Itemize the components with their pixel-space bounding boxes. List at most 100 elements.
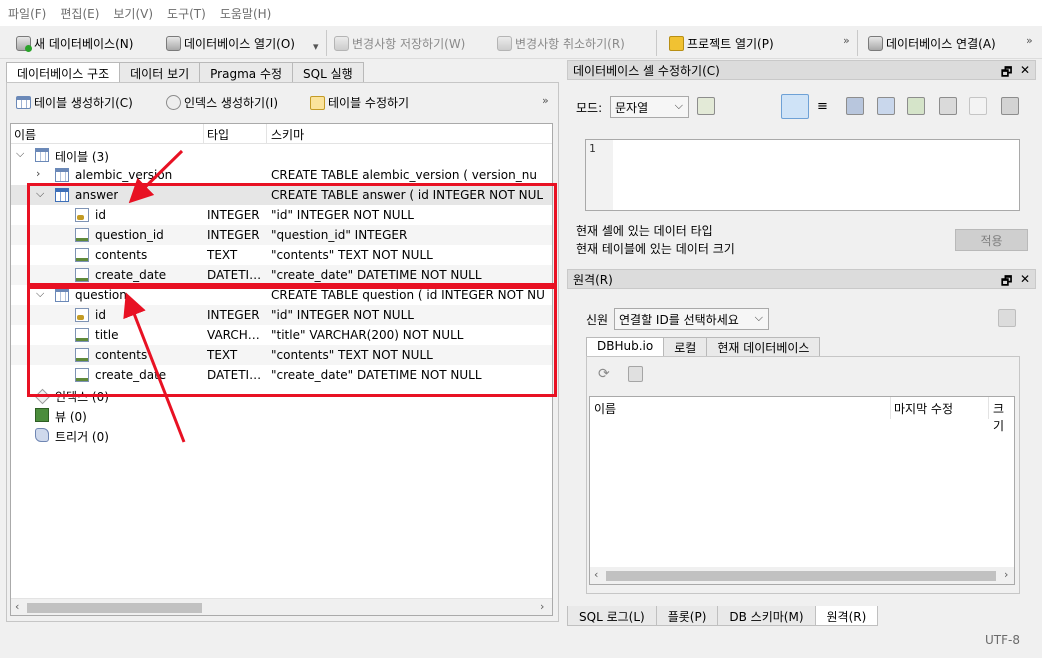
tab-database-structure[interactable]: 데이터베이스 구조 <box>6 62 121 83</box>
tab-remote[interactable]: 원격(R) <box>814 606 879 626</box>
modify-table-button[interactable]: 테이블 수정하기 <box>310 94 409 111</box>
menu-edit[interactable]: 편집(E) <box>60 5 99 22</box>
menu-bar: 파일(F) 편집(E) 보기(V) 도구(T) 도움말(H) <box>0 0 1042 26</box>
tree-horizontal-scrollbar[interactable]: ‹ › <box>11 598 552 615</box>
open-database-icon <box>166 35 181 51</box>
create-index-icon <box>166 95 181 110</box>
expand-icon[interactable]: › <box>36 167 40 180</box>
menu-tools[interactable]: 도구(T) <box>167 5 206 22</box>
save-changes-button[interactable]: 변경사항 저장하기(W) <box>334 32 465 54</box>
menu-view[interactable]: 보기(V) <box>113 5 153 22</box>
set-null-icon[interactable] <box>907 97 925 115</box>
tree-node-views[interactable]: 뷰 (0) <box>11 405 552 425</box>
remote-list-horizontal-scrollbar[interactable]: ‹ › <box>590 567 1014 584</box>
column-header-name[interactable]: 이름 <box>594 400 616 417</box>
tab-current-database[interactable]: 현재 데이터베이스 <box>706 337 821 356</box>
identity-select[interactable]: 연결할 ID를 선택하세요 ⌵ <box>614 308 769 330</box>
indent-icon[interactable]: ≡ <box>817 99 835 117</box>
open-project-button[interactable]: 프로젝트 열기(P) <box>669 32 774 54</box>
column-header-name[interactable]: 이름 <box>14 126 36 143</box>
dock-bottom-tabs: SQL 로그(L) 플롯(P) DB 스키마(M) 원격(R) <box>567 606 879 626</box>
apply-button[interactable]: 적용 <box>955 229 1028 251</box>
dock-float-icon[interactable]: 🗗 <box>1001 63 1012 84</box>
dock-float-icon[interactable]: 🗗 <box>1001 272 1012 293</box>
collapse-icon[interactable]: ⌵ <box>16 147 24 161</box>
tab-db-schema[interactable]: DB 스키마(M) <box>717 606 816 626</box>
word-wrap-icon[interactable] <box>781 94 809 119</box>
tree-node-triggers[interactable]: 트리거 (0) <box>11 425 552 445</box>
table-icon <box>35 148 49 162</box>
identity-settings-icon[interactable] <box>998 309 1016 327</box>
scrollbar-thumb[interactable] <box>606 571 996 581</box>
column-header-size[interactable]: 크기 <box>993 400 1014 434</box>
menu-file[interactable]: 파일(F) <box>8 5 46 22</box>
import-icon[interactable] <box>846 97 864 115</box>
refresh-icon[interactable]: ⟳ <box>598 366 610 382</box>
scroll-left-icon[interactable]: ‹ <box>15 600 19 613</box>
remote-file-list[interactable]: 이름 마지막 수정 크기 ‹ › <box>589 396 1015 585</box>
create-index-button[interactable]: 인덱스 생성하기(I) <box>166 94 278 111</box>
column-header-last-modified[interactable]: 마지막 수정 <box>894 400 953 417</box>
scroll-right-icon[interactable]: › <box>540 600 544 613</box>
open-database-dropdown-icon[interactable]: ▾ <box>313 40 319 53</box>
column-divider <box>890 397 891 419</box>
clone-database-icon[interactable] <box>628 366 643 382</box>
scrollbar-thumb[interactable] <box>27 603 202 613</box>
open-project-label: 프로젝트 열기(P) <box>687 36 774 51</box>
toolbar-separator <box>326 30 327 56</box>
mode-label: 모드: <box>576 101 603 115</box>
toolbar-separator <box>656 30 657 56</box>
revert-changes-button[interactable]: 변경사항 취소하기(R) <box>497 32 625 54</box>
edit-cell-title-bar: 데이터베이스 셀 수정하기(C) 🗗 ✕ <box>567 60 1036 80</box>
print-icon[interactable] <box>1001 97 1019 115</box>
attach-database-button[interactable]: 데이터베이스 연결(A) <box>868 32 996 54</box>
export-icon[interactable] <box>877 97 895 115</box>
clear-icon[interactable] <box>969 97 987 115</box>
tree-node-label: 트리거 (0) <box>55 430 109 444</box>
open-project-icon <box>669 35 684 51</box>
identity-label: 신원 <box>586 313 609 327</box>
dock-close-icon[interactable]: ✕ <box>1020 63 1030 77</box>
column-header-schema[interactable]: 스키마 <box>271 126 304 143</box>
tab-sql-log[interactable]: SQL 로그(L) <box>567 606 657 626</box>
create-table-icon <box>16 96 31 109</box>
tab-execute-sql[interactable]: SQL 실행 <box>292 62 364 82</box>
chevron-down-icon: ⌵ <box>674 99 683 112</box>
tree-node-table-alembic-version[interactable]: › alembic_version CREATE TABLE alembic_v… <box>11 165 552 185</box>
remote-title-bar: 원격(R) 🗗 ✕ <box>567 269 1036 289</box>
auto-switch-mode-icon[interactable] <box>697 97 715 115</box>
table-icon <box>55 168 69 182</box>
tree-header: 이름 타입 스키마 <box>11 124 552 144</box>
create-table-button[interactable]: 테이블 생성하기(C) <box>16 94 133 111</box>
open-database-button[interactable]: 데이터베이스 열기(O) <box>166 32 295 54</box>
new-database-icon <box>16 35 32 52</box>
image-icon[interactable] <box>939 97 957 115</box>
cell-editor[interactable]: 1 <box>585 139 1020 211</box>
annotation-box-answer <box>27 183 557 286</box>
tab-plot[interactable]: 플롯(P) <box>655 606 719 626</box>
mode-select-value: 문자열 <box>615 100 649 115</box>
annotation-box-question <box>27 286 557 397</box>
tab-local[interactable]: 로컬 <box>663 337 708 356</box>
save-changes-icon <box>334 35 349 51</box>
toolbar-separator <box>857 30 858 56</box>
tab-browse-data[interactable]: 데이터 보기 <box>119 62 201 82</box>
structure-toolbar: 테이블 생성하기(C) 인덱스 생성하기(I) 테이블 수정하기 » <box>8 90 556 116</box>
new-database-button[interactable]: 새 데이터베이스(N) <box>16 32 133 54</box>
toolbar-overflow-icon-2[interactable]: » <box>1026 34 1033 47</box>
tree-node-tables[interactable]: ⌵ 테이블 (3) <box>11 145 552 165</box>
scroll-right-icon[interactable]: › <box>1004 568 1008 581</box>
mode-select[interactable]: 문자열 ⌵ <box>610 96 689 118</box>
structure-toolbar-overflow-icon[interactable]: » <box>542 94 549 107</box>
column-divider <box>203 124 204 144</box>
menu-help[interactable]: 도움말(H) <box>220 5 272 22</box>
toolbar-overflow-icon[interactable]: » <box>843 34 850 47</box>
scroll-left-icon[interactable]: ‹ <box>594 568 598 581</box>
main-tabs: 데이터베이스 구조 데이터 보기 Pragma 수정 SQL 실행 <box>6 62 364 83</box>
tab-edit-pragmas[interactable]: Pragma 수정 <box>199 62 294 82</box>
cell-size-text: 현재 테이블에 있는 데이터 크기 <box>576 242 735 256</box>
tree-node-label: alembic_version <box>75 168 173 182</box>
tab-dbhub[interactable]: DBHub.io <box>586 337 665 357</box>
column-header-type[interactable]: 타입 <box>207 126 229 143</box>
dock-close-icon[interactable]: ✕ <box>1020 272 1030 286</box>
